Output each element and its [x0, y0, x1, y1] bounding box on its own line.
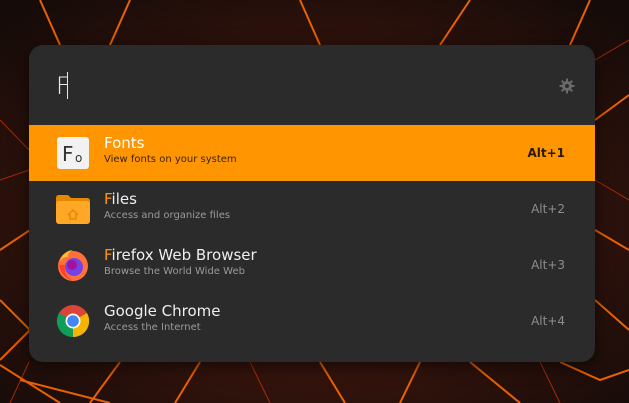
result-title: Files: [104, 190, 137, 208]
result-shortcut: Alt+3: [531, 258, 565, 272]
search-bar[interactable]: F: [29, 45, 595, 125]
result-description: Access the Internet: [104, 322, 201, 333]
result-title: Firefox Web Browser: [104, 246, 257, 264]
chrome-app-icon: [56, 305, 90, 338]
result-item-firefox[interactable]: Firefox Web Browser Browse the World Wid…: [29, 237, 595, 293]
result-description: Access and organize files: [104, 210, 231, 221]
result-item-fonts[interactable]: F o Fonts View fonts on your system Alt+…: [29, 125, 595, 181]
result-shortcut: Alt+2: [531, 202, 565, 216]
fonts-app-icon: F o: [57, 137, 89, 169]
result-title: Google Chrome: [104, 302, 221, 320]
result-description: View fonts on your system: [104, 154, 237, 165]
app-launcher-panel: F F o Fonts View fonts on your system Al…: [29, 45, 595, 362]
result-title: Fonts: [104, 134, 145, 152]
svg-text:o: o: [75, 151, 82, 165]
result-shortcut: Alt+1: [527, 146, 565, 160]
gear-icon[interactable]: [559, 78, 575, 94]
text-caret: [67, 72, 68, 99]
result-item-chrome[interactable]: Google Chrome Access the Internet Alt+4: [29, 293, 595, 349]
firefox-app-icon: [58, 250, 88, 281]
files-app-icon: [56, 195, 90, 224]
result-item-files[interactable]: Files Access and organize files Alt+2: [29, 181, 595, 237]
svg-text:F: F: [62, 142, 74, 166]
results-list: F o Fonts View fonts on your system Alt+…: [29, 125, 595, 349]
result-description: Browse the World Wide Web: [104, 266, 245, 277]
result-shortcut: Alt+4: [531, 314, 565, 328]
